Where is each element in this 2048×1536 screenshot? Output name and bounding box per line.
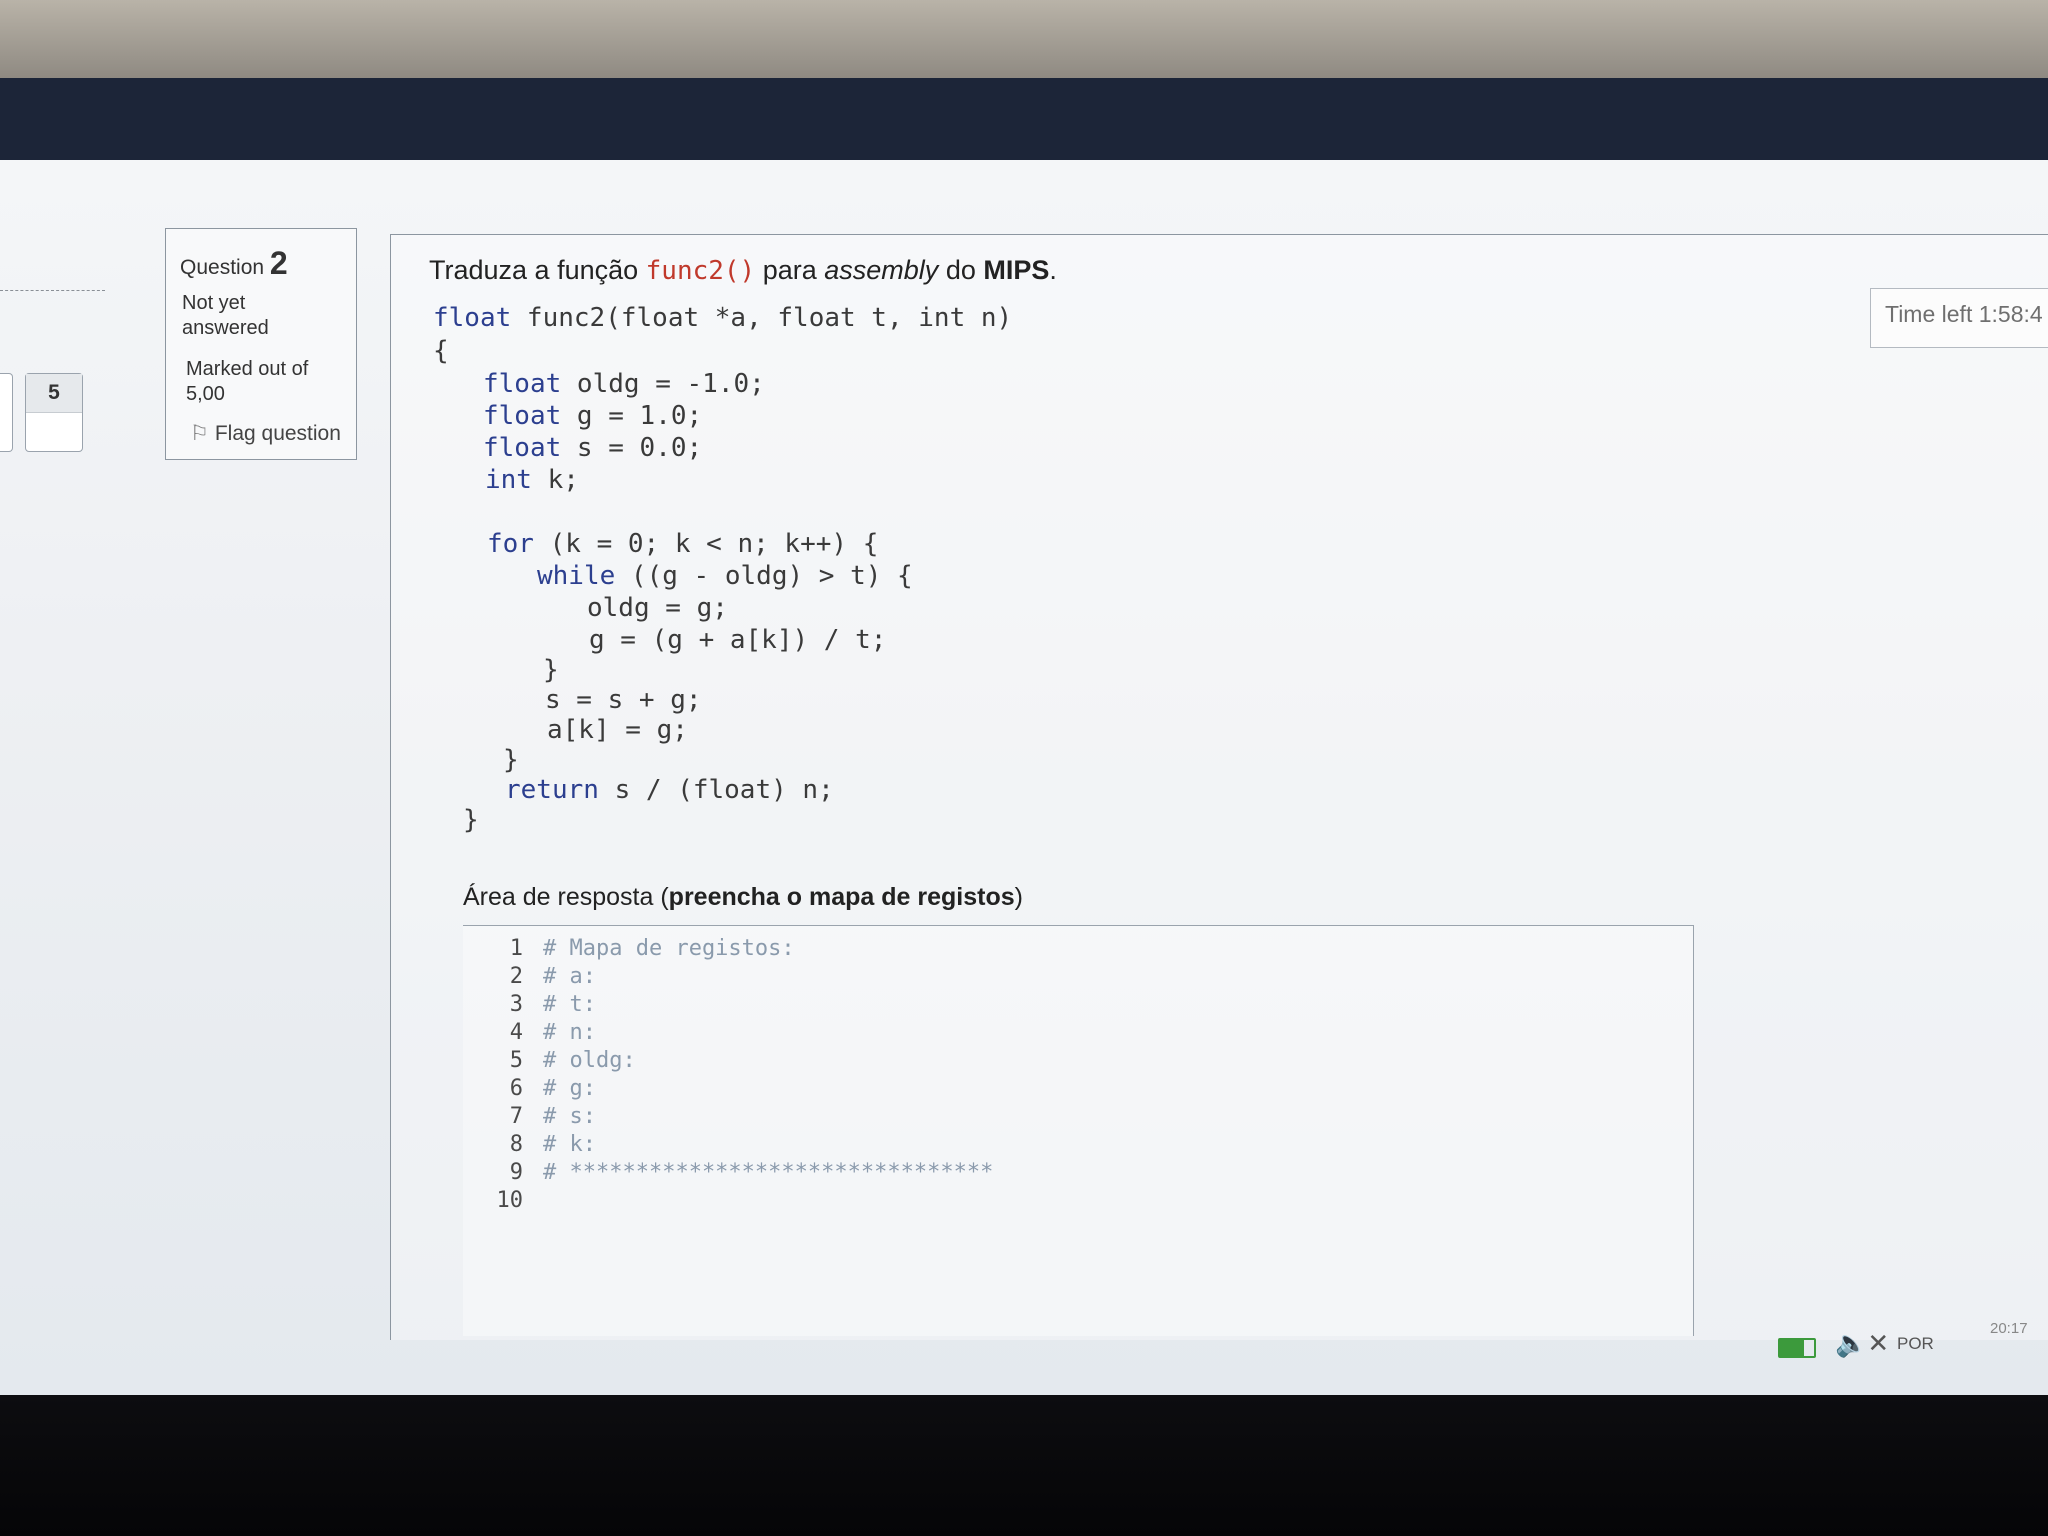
code-line: float func2(float *a, float t, int n): [433, 303, 1013, 333]
prompt-function-name: func2(): [645, 256, 756, 286]
code-line: float s = 0.0;: [483, 433, 703, 463]
question-state: Not yet answered: [182, 292, 269, 339]
prompt-italic: assembly: [824, 255, 939, 285]
editor-line: 9 # ********************************: [509, 1160, 994, 1185]
code-line: for (k = 0; k < n; k++) {: [487, 529, 879, 559]
prompt-text-2: para: [755, 255, 825, 285]
quiz-nav-tile-number: 5: [26, 374, 82, 413]
question-heading: Question 2: [180, 245, 288, 282]
editor-line: 8 # k:: [509, 1132, 596, 1157]
code-line: int k;: [485, 465, 579, 495]
question-label: Question: [180, 256, 265, 279]
prompt-text-1: Traduza a função: [429, 255, 646, 285]
battery-icon[interactable]: [1778, 1338, 1816, 1358]
flag-icon: ⚐: [190, 422, 209, 445]
question-info-box: Question 2 Not yet answered Marked out o…: [165, 228, 357, 460]
editor-line: 2 # a:: [509, 964, 596, 989]
prompt-bold: MIPS: [983, 255, 1050, 285]
prompt-text-4: .: [1049, 255, 1057, 285]
editor-line: 1 # Mapa de registos:: [509, 936, 795, 961]
code-line: oldg = g;: [587, 593, 728, 623]
code-line: float g = 1.0;: [483, 401, 703, 431]
code-line: }: [543, 655, 559, 685]
code-line: }: [503, 745, 519, 775]
question-marks: Marked out of 5,00: [186, 357, 346, 407]
quiz-nav-tile[interactable]: 5: [25, 373, 83, 452]
speaker-muted-icon[interactable]: 🔈✕: [1835, 1328, 1889, 1358]
editor-line: 4 # n:: [509, 1020, 596, 1045]
flag-question-label: Flag question: [214, 422, 341, 445]
code-line: return s / (float) n;: [505, 775, 834, 805]
answer-code-editor[interactable]: 1 # Mapa de registos: 2 # a: 3 # t: 4 # n: 5…: [463, 925, 1694, 1336]
editor-line: 7 # s:: [509, 1104, 596, 1129]
quiz-nav-tile-prev[interactable]: [0, 373, 13, 452]
site-header-bar: [0, 78, 2048, 173]
code-line: s = s + g;: [545, 685, 702, 715]
code-line: }: [463, 805, 479, 835]
taskbar-clock[interactable]: 20:17: [1990, 1320, 2028, 1350]
prompt-text-3: do: [938, 255, 984, 285]
code-line: {: [433, 336, 449, 366]
editor-line: 3 # t:: [509, 992, 596, 1017]
question-number: 2: [269, 245, 288, 281]
marks-value: 5,00: [186, 383, 225, 405]
editor-line: 10: [496, 1188, 524, 1213]
code-line: a[k] = g;: [547, 715, 688, 745]
language-indicator[interactable]: POR: [1897, 1334, 1934, 1364]
editor-line: 6 # g:: [509, 1076, 596, 1101]
marks-label: Marked out of: [186, 358, 309, 380]
editor-line: 5 # oldg:: [509, 1048, 636, 1073]
monitor-bezel-bottom: [0, 1395, 2048, 1536]
question-prompt: Traduza a função func2() para assembly d…: [429, 255, 1057, 286]
answer-area-label: Área de resposta (preencha o mapa de reg…: [463, 883, 1023, 911]
nav-divider: [0, 290, 105, 291]
monitor-bezel-top: [0, 0, 2048, 78]
code-line: float oldg = -1.0;: [483, 369, 765, 399]
flag-question-link[interactable]: ⚐ Flag question: [190, 421, 341, 446]
code-line: g = (g + a[k]) / t;: [589, 625, 887, 655]
code-line: while ((g - oldg) > t) {: [537, 561, 913, 591]
question-content: Traduza a função func2() para assembly d…: [390, 234, 2048, 1340]
